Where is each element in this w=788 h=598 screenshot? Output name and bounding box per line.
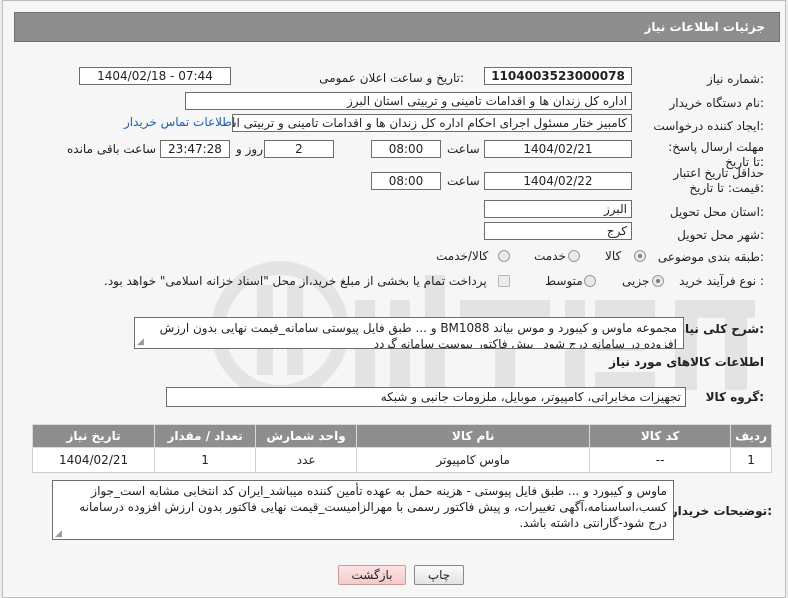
buyer-notes-field: ماوس و کیبورد و ... طبق فایل پیوستی - هز… xyxy=(52,480,674,540)
buyer-org-field: اداره کل زندان ها و اقدامات تامینی و ترب… xyxy=(185,92,632,110)
province-label: استان محل تحویل: xyxy=(669,205,764,219)
col-goods-name: نام کالا xyxy=(356,424,591,448)
province-field: البرز xyxy=(484,200,632,218)
city-field: کرج xyxy=(484,222,632,240)
category-service-label: خدمت xyxy=(534,249,566,263)
reply-days-field: 2 xyxy=(264,140,334,158)
process-medium-radio[interactable] xyxy=(584,275,596,287)
process-medium-label: متوسط xyxy=(545,274,583,288)
goods-group-label: گروه کالا: xyxy=(705,390,764,404)
col-goods-code: کد کالا xyxy=(589,424,732,448)
remaining-label: ساعت باقی مانده xyxy=(67,142,157,156)
announce-datetime-field: 1404/02/18 - 07:44 xyxy=(79,67,231,85)
category-goods-service-radio[interactable] xyxy=(498,250,510,262)
remaining-time-field: 23:47:28 xyxy=(160,140,230,158)
process-minor-label: جزیی xyxy=(622,274,650,288)
requester-field: کامبیز ختار مسئول اجرای احکام اداره کل ز… xyxy=(232,114,632,132)
back-button[interactable]: بازگشت xyxy=(338,565,406,585)
treasury-payment-note: پرداخت تمام یا بخشی از مبلغ خرید،از محل … xyxy=(104,274,487,288)
category-service-radio[interactable] xyxy=(568,250,580,262)
day-and-label: روز و xyxy=(236,142,263,156)
col-row-number: ردیف xyxy=(730,424,772,448)
cell-goods-name: ماوس کامپیوتر xyxy=(356,447,591,473)
cell-quantity: 1 xyxy=(154,447,257,473)
buyer-contact-link[interactable]: اطلاعات تماس خریدار xyxy=(124,115,235,129)
goods-info-heading: اطلاعات کالاهای مورد نیاز xyxy=(609,355,764,369)
page-title: جزئیات اطلاعات نیاز xyxy=(644,20,765,34)
category-label: طبقه بندی موضوعی: xyxy=(657,250,764,264)
treasury-payment-checkbox[interactable] xyxy=(498,275,510,287)
cell-unit: عدد xyxy=(255,447,358,473)
page-header: جزئیات اطلاعات نیاز xyxy=(14,12,780,42)
reply-time-field: 08:00 xyxy=(371,140,441,158)
process-type-label: نوع فرآیند خرید : xyxy=(679,274,764,288)
need-desc-label: شرح کلی نیاز: xyxy=(678,322,764,336)
table-header-row: ردیف کد کالا نام کالا واحد شمارش تعداد /… xyxy=(31,424,772,448)
reply-date-field: 1404/02/21 xyxy=(484,140,632,158)
validity-time-field: 08:00 xyxy=(371,172,441,190)
category-goods-service-label: کالا/خدمت xyxy=(436,249,489,263)
cell-row-number: 1 xyxy=(730,447,772,473)
process-minor-radio[interactable] xyxy=(652,275,664,287)
category-goods-radio[interactable] xyxy=(634,250,646,262)
col-unit: واحد شمارش xyxy=(255,424,358,448)
validity-time-label: ساعت xyxy=(447,174,480,188)
col-quantity: تعداد / مقدار xyxy=(154,424,257,448)
goods-table: ردیف کد کالا نام کالا واحد شمارش تعداد /… xyxy=(31,424,772,473)
category-goods-label: کالا xyxy=(605,249,622,263)
goods-group-field: تجهیزات مخابراتی، کامپیوتر، موبایل، ملزو… xyxy=(166,387,686,407)
cell-need-date: 1404/02/21 xyxy=(31,447,156,473)
need-number-label: شماره نیاز: xyxy=(706,72,764,86)
validity-date-field: 1404/02/22 xyxy=(484,172,632,190)
city-label: شهر محل تحویل: xyxy=(677,228,764,242)
resize-handle-icon[interactable]: ◢ xyxy=(55,530,62,596)
announce-datetime-label: تاریخ و ساعت اعلان عمومی: xyxy=(319,71,464,85)
need-number-field: 1104003523000078 xyxy=(484,67,632,85)
need-desc-field: مجموعه ماوس و کیبورد و موس بیاند BM1088 … xyxy=(134,317,684,349)
print-button[interactable]: چاپ xyxy=(414,565,464,585)
col-need-date: تاریخ نیاز xyxy=(31,424,156,448)
buyer-notes-label: توضیحات خریدار: xyxy=(670,504,772,518)
table-row[interactable]: 1 -- ماوس کامپیوتر عدد 1 1404/02/21 xyxy=(31,447,772,473)
requester-label: ایجاد کننده درخواست: xyxy=(653,119,764,133)
price-validity-label: حداقل تاریخ اعتبار قیمت: تا تاریخ: xyxy=(673,166,764,195)
buyer-org-label: نام دستگاه خریدار: xyxy=(669,96,765,110)
reply-time-label: ساعت xyxy=(447,142,480,156)
cell-goods-code: -- xyxy=(589,447,732,473)
